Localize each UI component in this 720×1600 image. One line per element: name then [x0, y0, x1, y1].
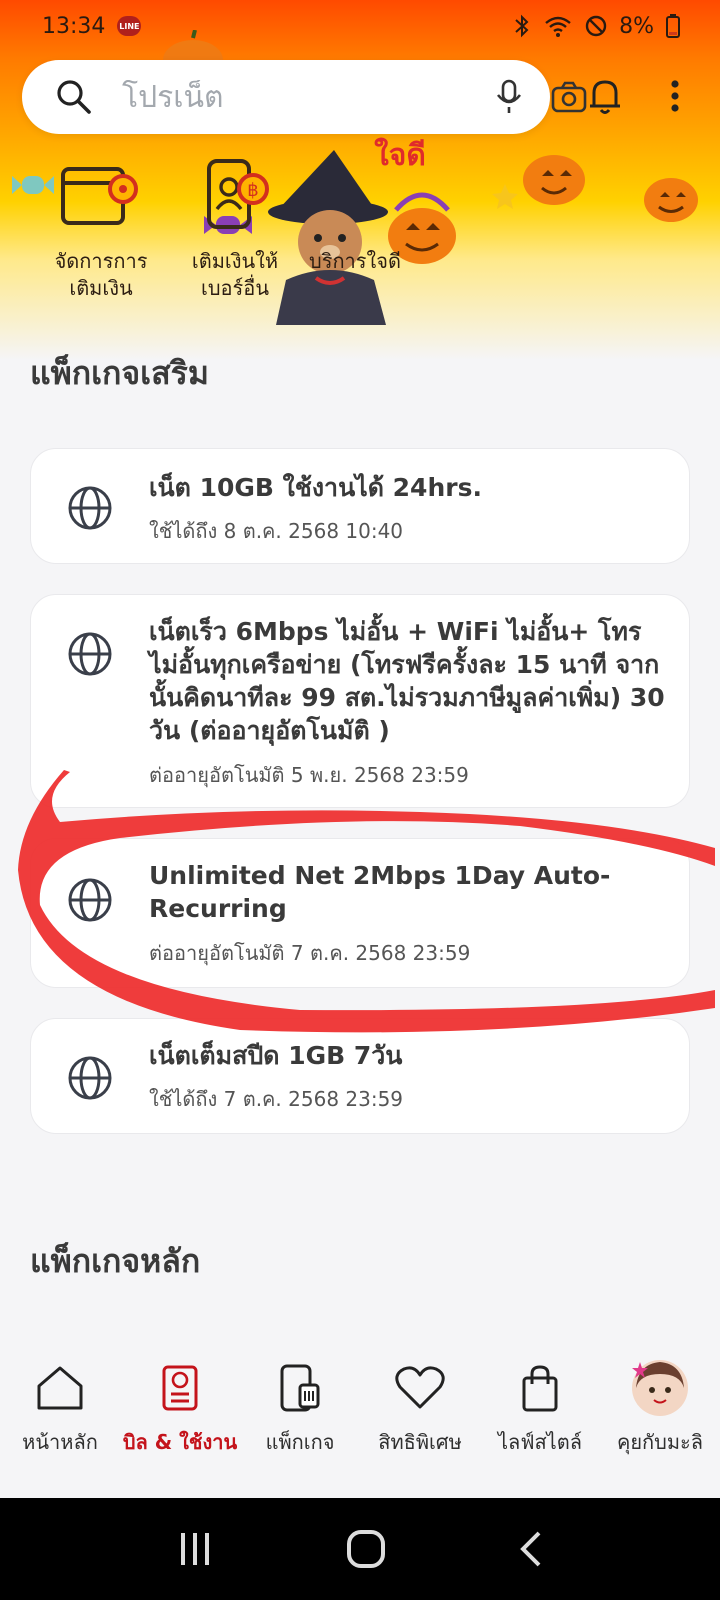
quick-action-jaidee[interactable]: ใจดี บริการใจดี — [270, 136, 440, 275]
package-expiry: ต่ออายุอัตโนมัติ 5 พ.ย. 2568 23:59 — [149, 763, 469, 787]
avatar-mali-icon — [632, 1360, 688, 1416]
battery-percent: 8% — [619, 13, 654, 39]
heart-icon — [395, 1366, 445, 1409]
globe-icon — [68, 486, 112, 530]
line-notification-icon: LINE — [117, 16, 142, 36]
sim-phone-icon — [280, 1364, 320, 1412]
nav-packages[interactable]: แพ็กเกจ — [240, 1340, 360, 1498]
package-title: เน็ตเต็มสปีด 1GB 7วัน — [149, 1041, 403, 1070]
addon-packages-heading: แพ็กเกจเสริม — [30, 354, 209, 392]
shopping-bag-icon — [522, 1365, 558, 1412]
wallet-gear-icon — [61, 167, 138, 225]
status-bar: 13:34 LINE 8% — [0, 0, 720, 52]
microphone-icon[interactable] — [495, 79, 523, 115]
nav-label: สิทธิพิเศษ — [378, 1430, 462, 1454]
package-card[interactable]: เน็ต 10GB ใช้งานได้ 24hrs. ใช้ได้ถึง 8 ต… — [30, 448, 690, 564]
bottom-navigation: หน้าหลัก บิล & ใช้งาน แพ็กเกจ สิทธิพิเศษ… — [0, 1340, 720, 1498]
notification-bell-icon[interactable] — [588, 76, 622, 116]
package-card[interactable]: เน็ตเต็มสปีด 1GB 7วัน ใช้ได้ถึง 7 ต.ค. 2… — [30, 1018, 690, 1134]
globe-icon — [68, 878, 112, 922]
bill-icon — [162, 1365, 198, 1411]
pumpkin-decoration-icon — [523, 155, 585, 205]
do-not-disturb-icon — [585, 15, 607, 37]
globe-icon — [68, 1056, 112, 1100]
package-title: เน็ต 10GB ใช้งานได้ 24hrs. — [149, 473, 482, 502]
package-title: Unlimited Net 2Mbps 1Day Auto-Recurring — [149, 861, 611, 923]
nav-label: หน้าหลัก — [22, 1430, 98, 1454]
nav-chat-mali[interactable]: คุยกับมะลิ — [600, 1340, 720, 1498]
nav-label: ไลฟ์สไตล์ — [498, 1430, 582, 1454]
battery-icon — [666, 14, 680, 38]
heart-jaidee-icon: ใจดี — [374, 138, 426, 173]
package-title: เน็ตเร็ว 6Mbps ไม่อั้น + WiFi ไม่อั้น+ โ… — [149, 617, 665, 745]
home-icon — [37, 1366, 83, 1410]
nav-label: บิล & ใช้งาน — [122, 1430, 238, 1454]
package-expiry: ใช้ได้ถึง 8 ต.ค. 2568 10:40 — [149, 519, 404, 543]
search-input[interactable] — [92, 79, 495, 115]
home-button-icon[interactable] — [346, 1529, 386, 1569]
system-navigation-bar — [0, 1498, 720, 1600]
nav-label: คุยกับมะลิ — [616, 1430, 704, 1454]
camera-icon[interactable] — [551, 81, 587, 113]
quick-action-label: บริการใจดี — [309, 249, 401, 273]
nav-home[interactable]: หน้าหลัก — [0, 1340, 120, 1498]
package-expiry: ใช้ได้ถึง 7 ต.ค. 2568 23:59 — [149, 1087, 404, 1111]
nav-privileges[interactable]: สิทธิพิเศษ — [360, 1340, 480, 1498]
phone-baht-icon: ฿ — [207, 159, 269, 229]
more-options-icon[interactable] — [670, 80, 680, 112]
bluetooth-icon — [515, 14, 529, 38]
back-icon[interactable] — [519, 1529, 543, 1569]
globe-icon — [68, 632, 112, 676]
package-expiry: ต่ออายุอัตโนมัติ 7 ต.ค. 2568 23:59 — [149, 941, 471, 965]
search-bar[interactable] — [22, 60, 587, 134]
package-card[interactable]: Unlimited Net 2Mbps 1Day Auto-Recurring … — [30, 838, 690, 988]
main-packages-heading: แพ็กเกจหลัก — [30, 1242, 201, 1280]
nav-label: แพ็กเกจ — [265, 1430, 335, 1454]
svg-text:฿: ฿ — [247, 180, 258, 201]
nav-lifestyle[interactable]: ไลฟ์สไตล์ — [480, 1340, 600, 1498]
star-decoration-icon — [492, 184, 518, 209]
wifi-icon — [545, 16, 571, 37]
recent-apps-icon[interactable] — [177, 1531, 213, 1567]
status-time: 13:34 — [42, 13, 106, 39]
package-card[interactable]: เน็ตเร็ว 6Mbps ไม่อั้น + WiFi ไม่อั้น+ โ… — [30, 594, 690, 808]
nav-bills-usage[interactable]: บิล & ใช้งาน — [120, 1340, 240, 1498]
search-icon — [57, 80, 91, 114]
pumpkin-decoration-icon — [644, 178, 698, 222]
